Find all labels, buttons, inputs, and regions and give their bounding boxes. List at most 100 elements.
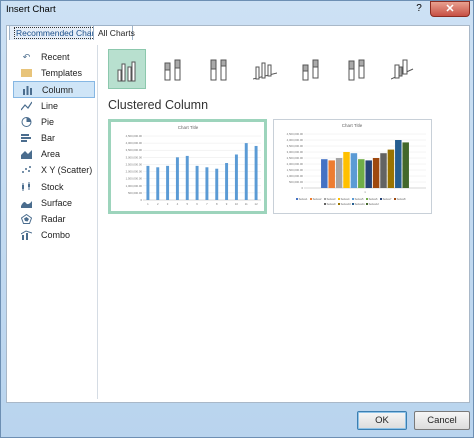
sidebar-item-stock[interactable]: Stock [13, 179, 95, 195]
chart2-legend-label: Series1 [299, 197, 308, 201]
chart1-bar [195, 165, 199, 200]
dialog-footer: OK Cancel [1, 405, 473, 437]
sidebar-item-pie[interactable]: Pie [13, 114, 95, 130]
chart1-bar [146, 165, 150, 200]
subtype-3d-clustered-column[interactable] [246, 49, 284, 89]
chart1-bar [225, 163, 229, 200]
chart1-x-tick-label: 9 [226, 202, 228, 206]
chart2-legend-label: Series11 [355, 202, 366, 206]
chart2-bar [365, 160, 372, 188]
preview-chart-1: Chart Title 0 500,000.00 1,000,000.00 1,500,… [126, 125, 261, 206]
3d-100-stacked-column-icon [348, 59, 365, 81]
chart2-bar [350, 153, 358, 188]
line-icon [20, 101, 33, 111]
tab-recommended-charts[interactable]: Recommended Charts [9, 25, 104, 40]
chart1-y-tick-label: 2,000,000.00 [126, 170, 143, 174]
preview-chart-2: Chart Title 0 500,000.00 1,000,000.00 1,500,… [287, 123, 426, 206]
sidebar-item-templates[interactable]: Templates [13, 65, 95, 81]
insert-chart-dialog: Insert Chart ? ✕ Recommended Charts All … [0, 0, 474, 438]
sidebar-item-surface[interactable]: Surface [13, 195, 95, 211]
chart-type-list: ↶ Recent Templates Column Line Pie Bar A… [13, 49, 95, 243]
chart2-x-tick-label: 1 [364, 190, 366, 194]
sidebar-item-combo[interactable]: Combo [13, 227, 95, 243]
chart-subtype-heading: Clustered Column [108, 98, 209, 112]
chart1-y-tick-label: 3,500,000.00 [126, 148, 143, 152]
sidebar-item-line[interactable]: Line [13, 98, 95, 114]
chart1-x-tick-label: 1 [147, 202, 149, 206]
close-button[interactable]: ✕ [430, 1, 470, 17]
sidebar-item-bar[interactable]: Bar [13, 130, 95, 146]
chart1-x-tick-label: 4 [177, 202, 179, 206]
chart2-bar [380, 153, 387, 188]
chart1-y-tick-label: 4,000,000.00 [126, 141, 143, 145]
chart1-bar [215, 168, 219, 200]
pie-icon [21, 116, 32, 127]
chart1-bar [234, 154, 238, 200]
sidebar-item-radar[interactable]: Radar [13, 211, 95, 227]
chart1-x-tick-label: 6 [196, 202, 198, 206]
title-bar: Insert Chart ? ✕ [1, 1, 473, 19]
3d-stacked-column-icon [302, 59, 319, 81]
chart1-y-tick-label: 500,000.00 [128, 191, 142, 195]
100-stacked-column-icon [210, 59, 227, 81]
sidebar-item-scatter[interactable]: X Y (Scatter) [13, 162, 95, 178]
templates-icon [21, 69, 32, 78]
chart2-legend-label: Series10 [341, 202, 352, 206]
chart-preview-by-column[interactable]: Chart Title 0 500,000.00 1,000,000.00 1,500,… [108, 119, 267, 214]
chart2-y-tick-label: 3,500,000.00 [287, 144, 304, 148]
3d-clustered-column-icon [253, 62, 277, 80]
subtype-stacked-column[interactable] [154, 49, 192, 89]
chart2-y-tick-label: 2,500,000.00 [287, 156, 304, 160]
chart2-legend-label: Series6 [369, 197, 378, 201]
combo-icon [20, 230, 33, 241]
chart2-bar [321, 159, 328, 188]
tab-all-charts[interactable]: All Charts [93, 25, 135, 40]
scatter-icon [21, 165, 32, 175]
chart2-legend-label: Series2 [313, 197, 322, 201]
stock-icon [21, 181, 32, 192]
chart2-chart-title: Chart Title [342, 123, 363, 128]
chart1-bar [205, 167, 209, 200]
subtype-clustered-column[interactable] [108, 49, 146, 89]
chart-preview-by-row[interactable]: Chart Title 0 500,000.00 1,000,000.00 1,500,… [273, 119, 432, 214]
chart1-x-tick-label: 7 [206, 202, 208, 206]
subtype-3d-column[interactable] [384, 49, 422, 89]
chart1-y-tick-label: 2,500,000.00 [126, 162, 143, 166]
recent-icon: ↶ [22, 52, 31, 62]
chart2-y-tick-label: 0 [301, 186, 303, 190]
subtype-100-stacked-column[interactable] [200, 49, 238, 89]
chart1-chart-title: Chart Title [178, 125, 199, 130]
chart1-x-tick-label: 10 [235, 202, 239, 206]
chart2-legend-label: Series8 [397, 197, 406, 201]
3d-column-icon [391, 59, 414, 80]
clustered-column-icon [117, 61, 136, 82]
chart1-x-tick-label: 5 [186, 202, 188, 206]
chart1-x-tick-label: 2 [157, 202, 159, 206]
chart2-y-tick-label: 3,000,000.00 [287, 150, 304, 154]
chart1-bar [156, 167, 160, 200]
chart1-x-tick-label: 11 [245, 202, 248, 206]
surface-icon [21, 198, 32, 208]
subtype-3d-100-stacked-column[interactable] [338, 49, 376, 89]
chart2-y-tick-label: 1,500,000.00 [287, 168, 304, 172]
chart2-y-tick-label: 2,000,000.00 [287, 162, 304, 166]
chart1-y-tick-label: 1,000,000.00 [126, 184, 143, 188]
sidebar-item-column[interactable]: Column [13, 81, 95, 98]
chart1-y-tick-label: 3,000,000.00 [126, 155, 143, 159]
chart2-y-tick-label: 4,500,000.00 [287, 132, 304, 136]
subtype-3d-stacked-column[interactable] [292, 49, 330, 89]
help-button[interactable]: ? [411, 2, 427, 16]
area-icon [21, 149, 32, 160]
chart1-y-tick-label: 4,500,000.00 [126, 134, 143, 138]
cancel-button[interactable]: Cancel [414, 411, 470, 430]
radar-icon [20, 213, 33, 224]
chart1-x-tick-label: 8 [216, 202, 218, 206]
chart1-y-tick-label: 0 [140, 198, 142, 202]
column-icon [22, 85, 33, 96]
divider [97, 45, 98, 399]
sidebar-item-recent[interactable]: ↶ Recent [13, 49, 95, 65]
sidebar-item-area[interactable]: Area [13, 146, 95, 162]
chart2-bar [372, 158, 380, 188]
ok-button[interactable]: OK [357, 411, 407, 430]
chart1-x-tick-label: 12 [255, 202, 259, 206]
